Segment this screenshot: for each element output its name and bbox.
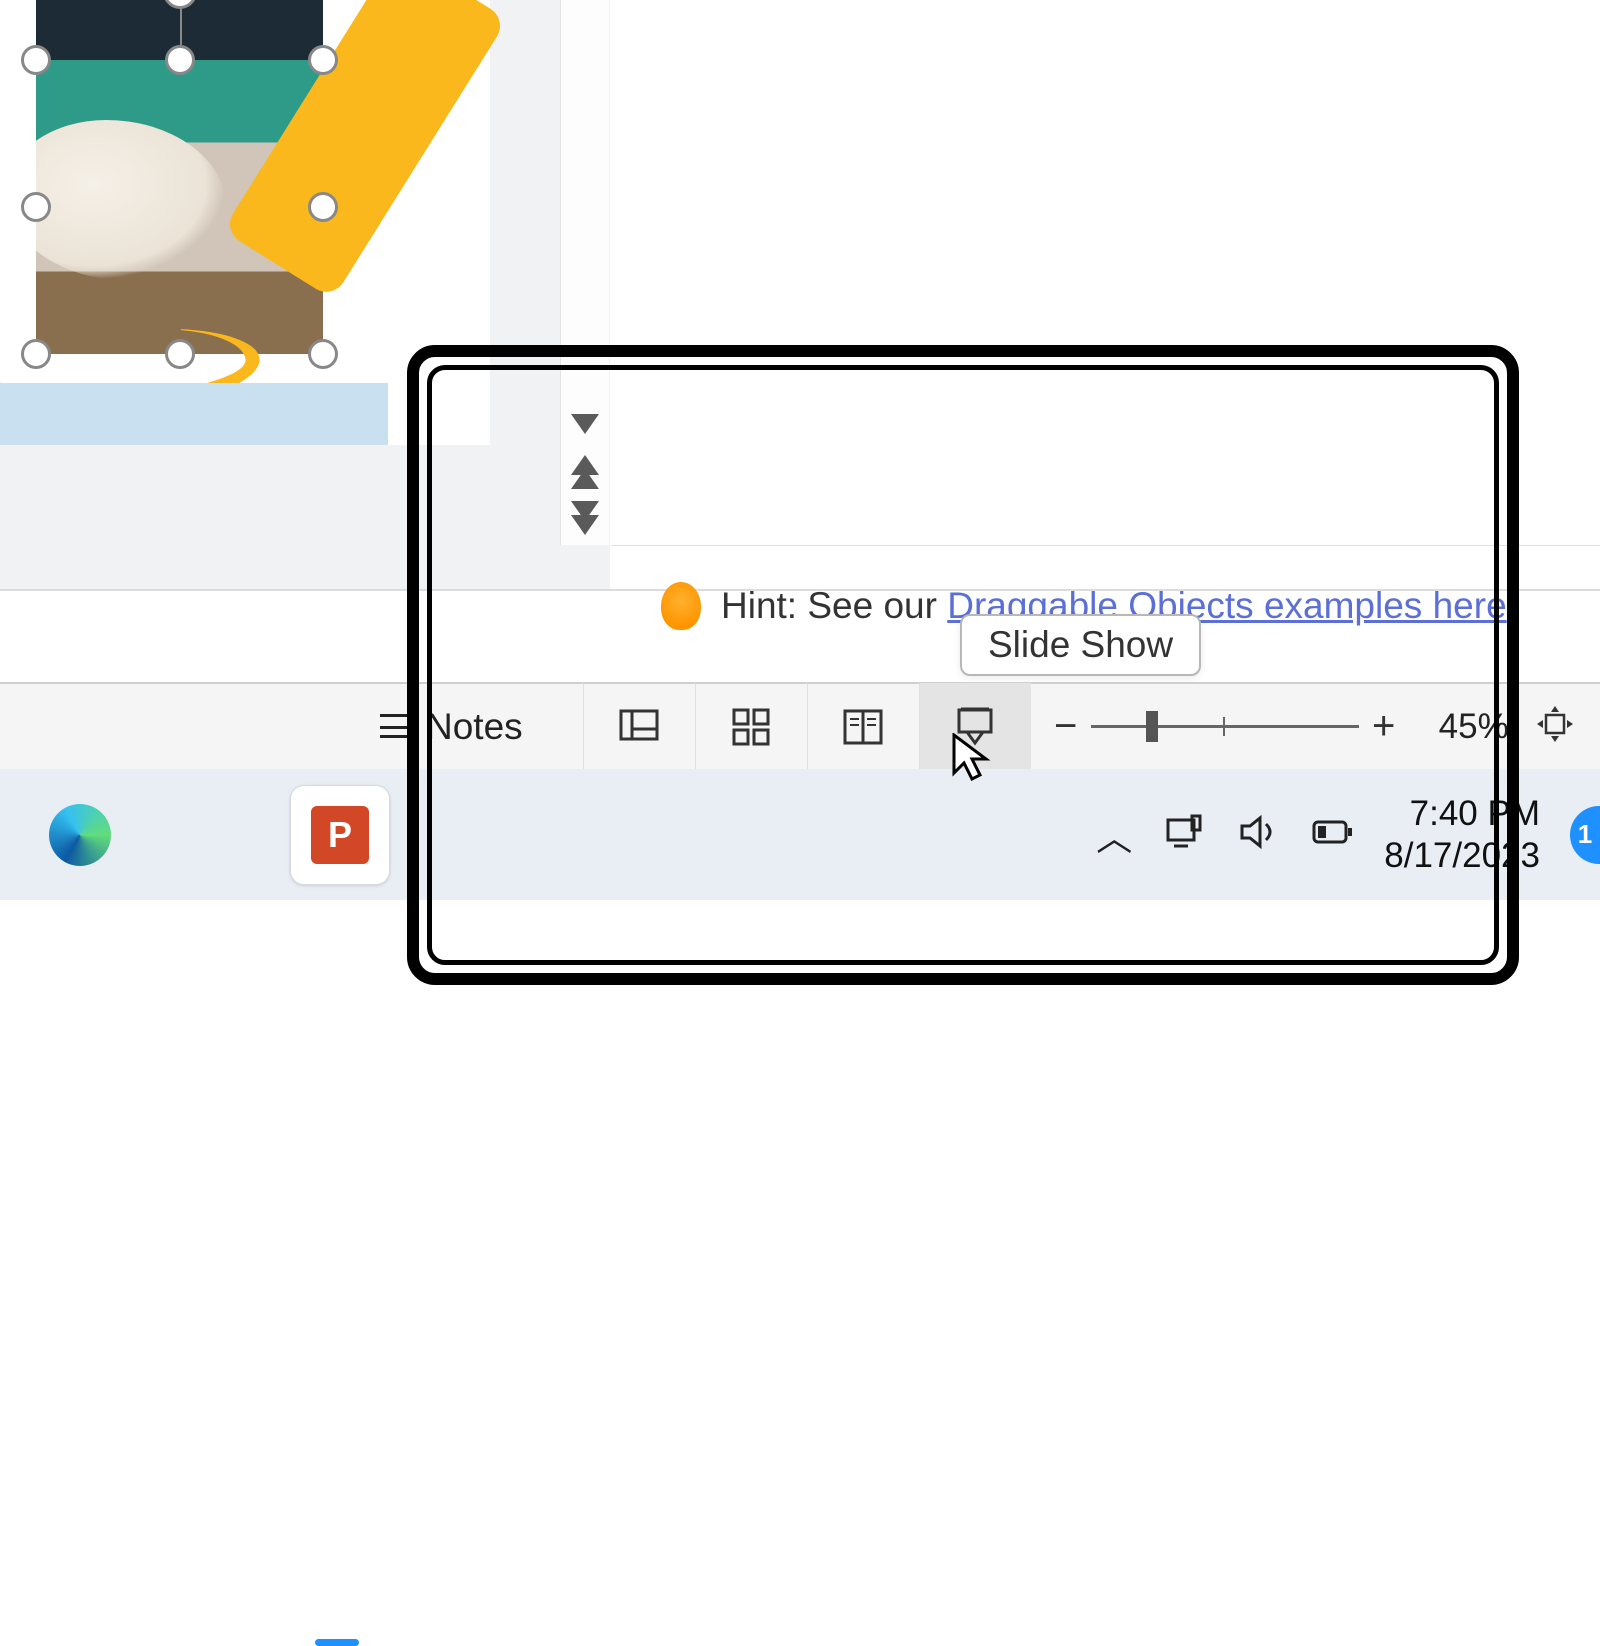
notes-icon [380, 714, 414, 740]
resize-handle-bl[interactable] [21, 339, 51, 369]
tray-overflow-chevron-icon[interactable]: ︿ [1096, 809, 1132, 861]
battery-icon[interactable] [1310, 810, 1354, 859]
resize-handle-bm[interactable] [165, 339, 195, 369]
resize-handle-mr[interactable] [308, 192, 338, 222]
powerpoint-letter: P [311, 806, 369, 864]
hint-prefix: Hint: See our [721, 585, 947, 626]
zoom-slider[interactable] [1091, 725, 1359, 728]
fit-to-window-button[interactable] [1533, 702, 1577, 751]
notes-label: Notes [426, 706, 523, 748]
normal-view-button[interactable] [583, 683, 695, 770]
previous-slide-icon[interactable] [571, 455, 599, 489]
notification-badge[interactable]: 1 [1570, 806, 1600, 864]
vertical-scrollbar[interactable] [560, 0, 609, 545]
powerpoint-taskbar-icon[interactable]: P [290, 785, 390, 885]
reading-view-button[interactable] [807, 683, 919, 770]
slide-canvas[interactable] [0, 0, 490, 445]
status-bar: Notes − + 45% [0, 682, 1600, 769]
edge-browser-icon[interactable] [30, 785, 130, 885]
resize-handle-tr[interactable] [308, 45, 338, 75]
speaker-icon[interactable] [1236, 810, 1280, 859]
cursor-pointer-icon [950, 733, 992, 788]
next-slide-icon[interactable] [571, 501, 599, 535]
clock-date: 8/17/2023 [1384, 835, 1540, 877]
zoom-out-button[interactable]: − [1041, 704, 1091, 749]
lightbulb-icon [661, 582, 701, 630]
slide-accent-bar [0, 383, 388, 445]
resize-handle-tm[interactable] [165, 45, 195, 75]
rotate-stem [180, 5, 182, 45]
active-app-underline [315, 1639, 359, 1646]
zoom-thumb[interactable] [1146, 711, 1158, 742]
slide-thumbnail-pane [0, 0, 610, 590]
resize-handle-ml[interactable] [21, 192, 51, 222]
zoom-tick [1223, 717, 1225, 736]
editor-whitespace [611, 0, 1600, 545]
taskbar-clock[interactable]: 7:40 PM 8/17/2023 [1384, 793, 1540, 877]
resize-handle-tl[interactable] [21, 45, 51, 75]
selection-box[interactable] [36, 60, 323, 354]
notes-button[interactable]: Notes [380, 706, 523, 748]
scroll-down-icon[interactable] [571, 414, 599, 434]
zoom-percent[interactable]: 45% [1439, 707, 1509, 747]
system-tray: ︿ 7:40 PM 8/17/2023 1 [1096, 769, 1578, 900]
zoom-control: − + [1041, 704, 1409, 749]
zoom-in-button[interactable]: + [1359, 704, 1409, 749]
network-icon[interactable] [1162, 810, 1206, 859]
resize-handle-br[interactable] [308, 339, 338, 369]
windows-taskbar[interactable]: P ︿ 7:40 PM 8/17/2023 1 [0, 769, 1600, 900]
slideshow-tooltip: Slide Show [960, 614, 1201, 676]
slide-sorter-button[interactable] [695, 683, 807, 770]
clock-time: 7:40 PM [1384, 793, 1540, 835]
